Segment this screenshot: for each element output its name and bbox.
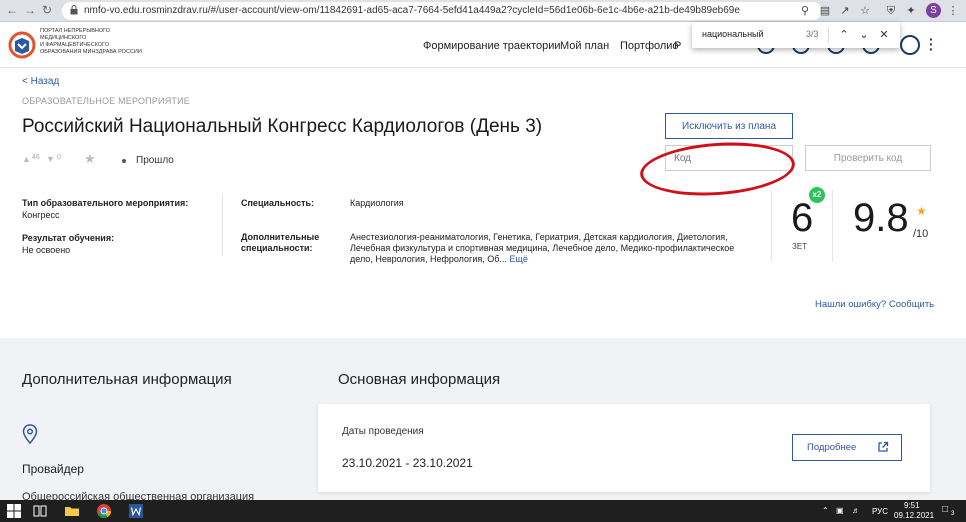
specialty-value: Кардиология — [350, 198, 404, 208]
code-input[interactable] — [665, 145, 793, 171]
menu-trajectory[interactable]: Формирование траектории — [423, 40, 561, 52]
dislikes-count: 0 — [57, 154, 61, 161]
find-divider — [828, 27, 829, 43]
likes-count: 46 — [32, 154, 40, 161]
specialty-label: Специальность: — [241, 198, 315, 208]
key-icon[interactable]: ⚲ — [798, 4, 812, 18]
external-link-icon — [878, 441, 889, 452]
url-text[interactable]: nmfo-vo.edu.rosminzdrav.ru/#/user-accoun… — [84, 5, 740, 16]
status-text: Прошло — [136, 155, 174, 166]
word-icon[interactable] — [128, 503, 144, 519]
clock-time[interactable]: 9:51 — [904, 501, 920, 510]
rating-star-icon: ★ — [916, 204, 927, 218]
main-info-title: Основная информация — [338, 371, 501, 388]
find-next-icon[interactable]: ⌄ — [856, 27, 872, 43]
zet-label: ЗЕТ — [792, 242, 808, 251]
verify-code-button[interactable]: Проверить код — [805, 145, 931, 171]
find-in-page-bar: национальный 3/3 ⌃ ⌄ ✕ — [692, 22, 900, 48]
windows-start-icon[interactable] — [6, 503, 22, 519]
puzzle-extension-icon[interactable]: ✦ — [904, 4, 918, 18]
dates-card: Даты проведения 23.10.2021 - 23.10.2021 … — [318, 404, 930, 492]
more-menu-icon[interactable]: · · · — [929, 32, 934, 56]
find-count: 3/3 — [806, 29, 819, 39]
notification-count: 3 — [951, 511, 955, 517]
dates-label: Даты проведения — [342, 426, 424, 437]
menu-portfolio[interactable]: Портфолио — [620, 40, 679, 52]
back-link[interactable]: < Назад — [22, 76, 59, 87]
type-label: Тип образовательного мероприятия: — [22, 198, 189, 208]
browser-toolbar: ← → ↻ nmfo-vo.edu.rosminzdrav.ru/#/user-… — [0, 0, 966, 22]
clock-date[interactable]: 09.12.2021 — [894, 511, 934, 520]
type-value: Конгресс — [22, 210, 60, 220]
file-explorer-icon[interactable] — [64, 503, 80, 519]
event-card: < Назад ОБРАЗОВАТЕЛЬНОЕ МЕРОПРИЯТИЕ Росс… — [0, 68, 966, 338]
lock-icon — [70, 5, 78, 15]
result-label: Результат обучения: — [22, 233, 115, 243]
network-icon[interactable]: ▣ — [836, 506, 844, 515]
bookmark-star-icon[interactable]: ☆ — [858, 4, 872, 18]
additional-specialties-label-1: Дополнительные — [241, 232, 320, 242]
volume-icon[interactable]: ♬ — [852, 506, 860, 515]
profile-avatar[interactable]: S — [926, 3, 941, 18]
share-icon[interactable]: ↗ — [838, 4, 852, 18]
forward-arrow-icon[interactable]: → — [24, 3, 36, 17]
notification-center-icon[interactable]: □ — [942, 504, 948, 515]
status-dot — [122, 159, 126, 163]
shield-extension-icon[interactable]: ⛨ — [884, 4, 898, 18]
back-arrow-icon[interactable]: ← — [6, 3, 18, 17]
report-error-link[interactable]: Нашли ошибку? Сообщить — [815, 299, 934, 310]
menu-more[interactable]: Р — [674, 40, 681, 52]
find-input[interactable]: национальный — [702, 29, 764, 39]
additional-specialties-line-2: Лечебная физкультура и спортивная медици… — [350, 243, 735, 253]
additional-specialties-line-3: дело, Неврология, Нефрология, Об... Ещё — [350, 254, 528, 264]
location-pin-icon — [22, 424, 38, 444]
details-button[interactable]: Подробнее — [792, 434, 902, 461]
thumbs-down-icon[interactable]: ▼ — [46, 154, 55, 164]
event-category: ОБРАЗОВАТЕЛЬНОЕ МЕРОПРИЯТИЕ — [22, 96, 190, 106]
find-close-icon[interactable]: ✕ — [876, 27, 892, 43]
show-more-link[interactable]: Ещё — [509, 254, 527, 264]
thumbs-up-icon[interactable]: ▲ — [22, 154, 31, 164]
portal-logo-text: ПОРТАЛ НЕПРЕРЫВНОГО МЕДИЦИНСКОГО И ФАРМА… — [40, 28, 142, 55]
page-icon[interactable]: ▤ — [818, 4, 832, 18]
tray-arrow-icon[interactable]: ⌃ — [822, 506, 829, 515]
menu-my-plan[interactable]: Мой план — [560, 40, 609, 52]
windows-taskbar: ⌃ ▣ ♬ РУС 9:51 09.12.2021 □ 3 — [0, 500, 966, 522]
language-indicator[interactable]: РУС — [872, 507, 888, 516]
additional-specialties-line-1: Анестезиология-реаниматология, Генетика,… — [350, 232, 728, 242]
exclude-from-plan-button[interactable]: Исключить из плана — [665, 113, 793, 139]
portal-logo-icon[interactable] — [8, 30, 36, 60]
provider-label: Провайдер — [22, 462, 84, 476]
favorite-star-icon[interactable]: ★ — [84, 151, 96, 167]
find-prev-icon[interactable]: ⌃ — [836, 27, 852, 43]
page-title: Российский Национальный Конгресс Кардиол… — [22, 116, 543, 137]
additional-specialties-label-2: специальности: — [241, 243, 313, 253]
rating-out-of: /10 — [913, 228, 929, 240]
fields-divider — [222, 194, 223, 256]
user-avatar-icon[interactable] — [900, 35, 920, 55]
score-divider-right — [832, 190, 833, 262]
reload-icon[interactable]: ↻ — [42, 3, 52, 17]
browser-menu-icon[interactable]: ⋮ — [946, 4, 960, 18]
score-divider-left — [771, 190, 772, 262]
zet-value: 6 — [791, 196, 814, 240]
dates-value: 23.10.2021 - 23.10.2021 — [342, 456, 473, 470]
result-value: Не освоено — [22, 245, 71, 255]
chrome-icon[interactable] — [96, 503, 112, 519]
additional-info-title: Дополнительная информация — [22, 371, 232, 388]
rating-value: 9.8 — [853, 196, 909, 240]
task-view-icon[interactable] — [32, 503, 48, 519]
